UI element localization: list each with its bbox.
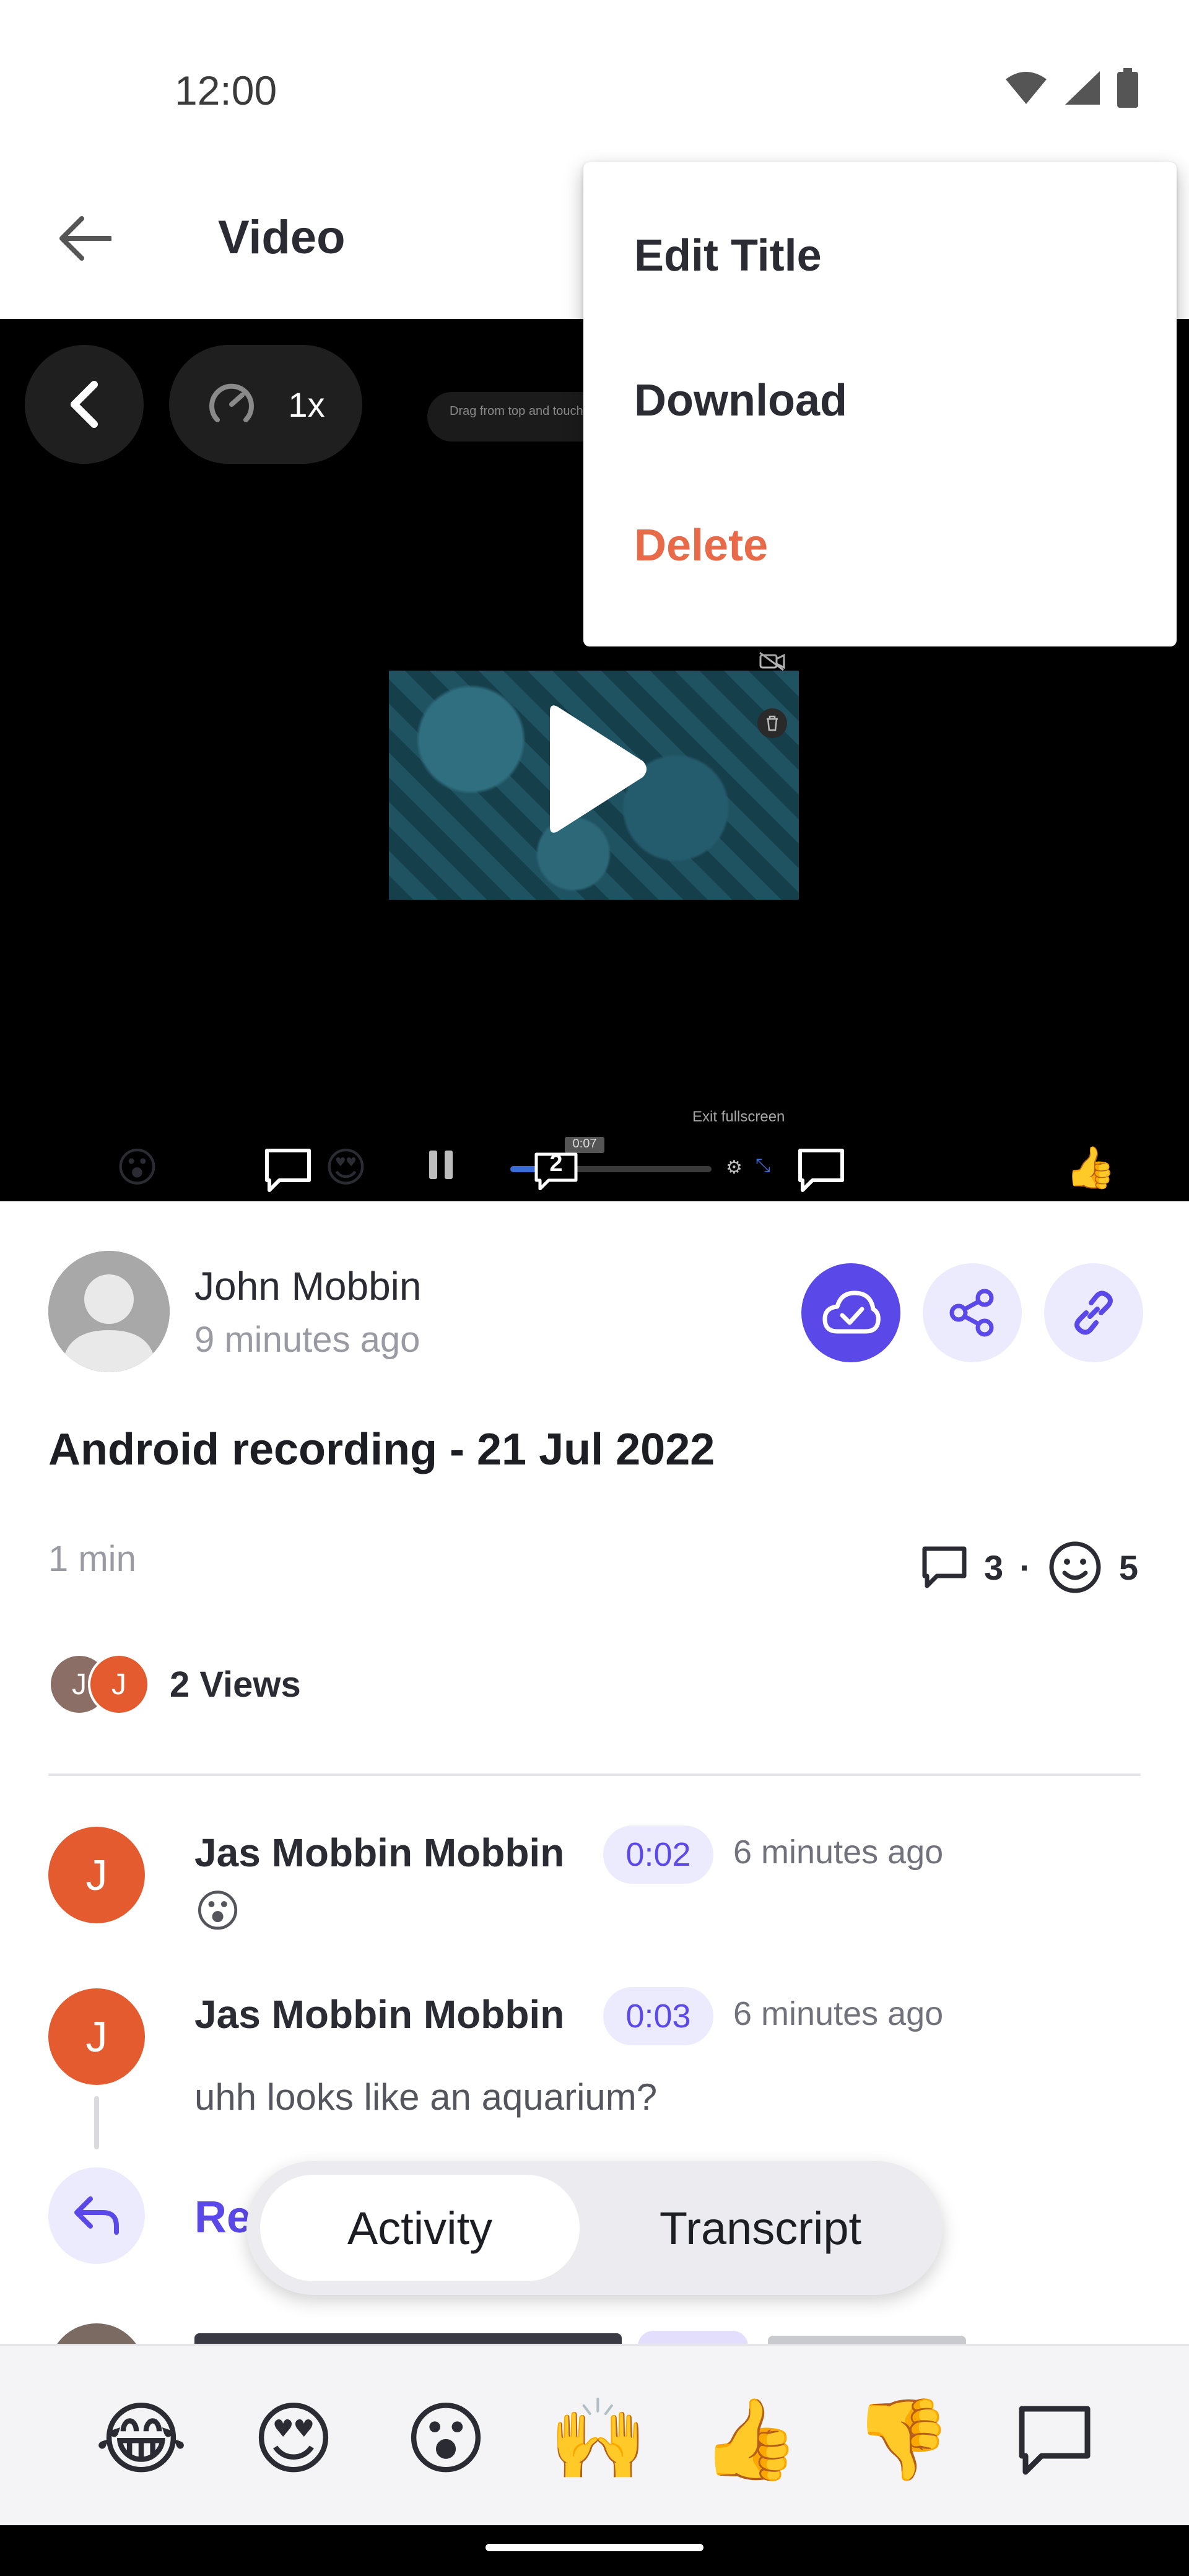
timeline-reaction-heart-eyes[interactable]: 😍 [324,1147,367,1188]
share-icon [949,1289,994,1337]
menu-item-delete[interactable]: Delete [634,520,768,571]
timeline-comment-icon[interactable] [263,1147,313,1194]
owner-name: John Mobbin [194,1264,422,1308]
reaction-surprised[interactable]: 😮 [396,2390,495,2489]
wifi-icon [1006,72,1047,104]
owner-row: John Mobbin 9 minutes ago [0,1201,1189,1387]
timeline-comment-icon-2[interactable] [796,1147,846,1194]
comment-avatar[interactable]: J [48,1827,145,1923]
video-stats: 3 · 5 [921,1539,1138,1595]
comment-time-ago: 6 minutes ago [733,1834,944,1871]
reaction-laugh[interactable]: 😂 [92,2390,191,2489]
tab-transcript[interactable]: Transcript [593,2175,928,2281]
page-title: Video [218,211,346,264]
activity-transcript-tabs: Activity Transcript [246,2161,943,2295]
smiley-icon [1049,1541,1101,1593]
tab-activity[interactable]: Activity [260,2175,580,2281]
back-arrow-icon[interactable] [51,204,119,272]
comment-count: 3 [984,1547,1004,1587]
system-nav-bar [0,2525,1189,2576]
reaction-bar: 😂 😍 😮 🙌 👍 👎 [0,2344,1189,2525]
comment-author: Jas Mobbin Mobbin [194,1830,565,1875]
share-button[interactable] [923,1263,1022,1362]
signal-icon [1065,71,1100,105]
fullscreen-icon: ⤡ [756,1155,770,1176]
video-title: Android recording - 21 Jul 2022 [48,1425,715,1474]
player-back-button[interactable] [25,345,144,464]
copy-link-button[interactable] [1044,1263,1143,1362]
owner-avatar[interactable] [48,1251,170,1372]
exit-fullscreen-label: Exit fullscreen [692,1108,785,1125]
reaction-count: 5 [1118,1547,1138,1587]
views-row[interactable]: J J 2 Views [48,1653,301,1715]
menu-item-edit-title[interactable]: Edit Title [634,230,822,281]
next-comment-peek [0,2322,1189,2347]
pause-icon[interactable] [429,1151,454,1179]
comment-author: Jas Mobbin Mobbin [194,1992,565,2037]
comment-timestamp[interactable]: 0:03 [603,1987,713,2045]
comment-time-ago: 6 minutes ago [733,1995,944,2032]
gear-icon: ⚙ [726,1157,743,1178]
comment-body: uhh looks like an aquarium? [194,2076,658,2118]
thread-line [94,2096,99,2149]
speedometer-icon [209,383,255,422]
reaction-thumbs-down[interactable]: 👎 [853,2390,952,2489]
status-icons [1004,68,1138,108]
timeline-reaction-thumbs-up[interactable]: 👍 [1065,1147,1116,1188]
divider [48,1773,1141,1776]
upload-cloud-button[interactable] [801,1263,900,1362]
timeline-comment-count: 2 [549,1151,563,1177]
comment-timestamp[interactable]: 0:02 [603,1825,713,1884]
overflow-menu: Edit Title Download Delete [583,162,1177,646]
reaction-thumbs-up[interactable]: 👍 [701,2390,800,2489]
speed-label: 1x [288,385,325,424]
reaction-heart-eyes[interactable]: 😍 [244,2390,343,2489]
menu-item-download[interactable]: Download [634,375,847,426]
chevron-left-icon [71,381,98,428]
comment-avatar[interactable]: J [48,1988,145,2085]
reply-label[interactable]: Re [194,2192,251,2243]
comment-body: 😮 [194,1887,242,1936]
link-icon [1074,1290,1113,1335]
trash-icon [757,708,787,738]
owner-time-ago: 9 minutes ago [194,1320,420,1360]
cloud-check-icon [822,1290,881,1334]
reply-icon [74,2196,119,2235]
reaction-raised-hands[interactable]: 🙌 [549,2390,648,2489]
viewer-avatar: J [88,1653,150,1715]
status-bar: 12:00 [0,0,1189,161]
default-avatar-icon [48,1251,170,1372]
views-label: 2 Views [170,1664,301,1705]
home-handle[interactable] [486,2544,703,2551]
stats-separator: · [1019,1547,1031,1587]
camera-off-icon [759,651,785,671]
battery-icon [1117,68,1138,108]
status-time: 12:00 [175,67,277,113]
add-comment-icon[interactable] [1014,2400,1095,2481]
timeline-reaction-surprised[interactable]: 😮 [116,1147,159,1188]
playback-speed-button[interactable]: 1x [169,345,362,464]
play-icon[interactable] [544,698,649,840]
video-duration: 1 min [48,1539,136,1579]
reply-button[interactable] [48,2167,145,2264]
comment-icon [922,1546,967,1588]
